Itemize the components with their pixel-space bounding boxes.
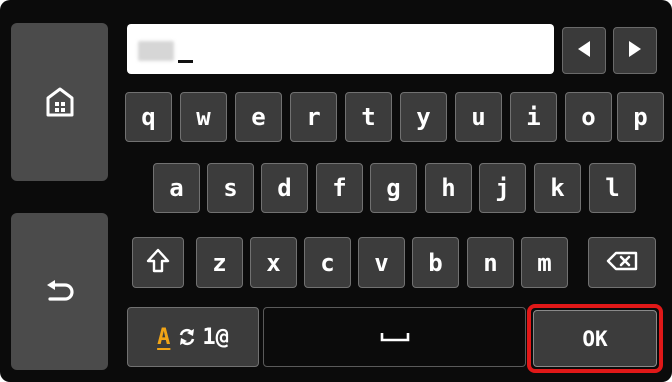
- key-w[interactable]: w: [180, 92, 227, 142]
- key-k[interactable]: k: [534, 163, 581, 213]
- key-u[interactable]: u: [455, 92, 502, 142]
- backspace-icon: [606, 251, 638, 275]
- back-icon: [45, 279, 75, 304]
- key-a[interactable]: a: [153, 163, 200, 213]
- touchscreen-panel: q w e r t y u i o p a s d f g h j k l z …: [0, 0, 672, 382]
- shift-icon: [146, 248, 170, 278]
- key-f[interactable]: f: [316, 163, 363, 213]
- key-c[interactable]: c: [304, 237, 351, 288]
- space-key[interactable]: [263, 307, 526, 367]
- text-input-field[interactable]: [127, 24, 554, 74]
- key-t[interactable]: t: [345, 92, 392, 142]
- home-button[interactable]: [11, 23, 108, 181]
- home-icon: [46, 87, 74, 117]
- key-l[interactable]: l: [589, 163, 636, 213]
- key-h[interactable]: h: [425, 163, 472, 213]
- space-icon: [380, 328, 410, 347]
- text-cursor: [178, 60, 193, 63]
- arrow-left-icon: [577, 40, 591, 62]
- key-x[interactable]: x: [250, 237, 297, 288]
- key-p[interactable]: p: [617, 92, 664, 142]
- key-r[interactable]: r: [290, 92, 337, 142]
- masked-input-text: [138, 41, 174, 61]
- back-button[interactable]: [11, 213, 108, 370]
- cursor-right-button[interactable]: [613, 27, 657, 74]
- backspace-key[interactable]: [588, 237, 656, 288]
- cursor-left-button[interactable]: [562, 27, 606, 74]
- arrow-right-icon: [628, 40, 642, 62]
- key-g[interactable]: g: [370, 163, 417, 213]
- switch-icon: [178, 327, 196, 347]
- key-o[interactable]: o: [565, 92, 612, 142]
- key-v[interactable]: v: [358, 237, 405, 288]
- key-s[interactable]: s: [207, 163, 254, 213]
- key-q[interactable]: q: [125, 92, 172, 142]
- mode-symbols-label: 1@: [202, 324, 229, 350]
- input-mode-key[interactable]: A 1@: [127, 307, 259, 367]
- key-d[interactable]: d: [261, 163, 308, 213]
- mode-letter-label: A: [157, 324, 171, 350]
- key-z[interactable]: z: [196, 237, 243, 288]
- key-j[interactable]: j: [479, 163, 526, 213]
- key-e[interactable]: e: [235, 92, 282, 142]
- ok-button[interactable]: OK: [533, 310, 657, 367]
- shift-key[interactable]: [132, 237, 184, 288]
- key-i[interactable]: i: [510, 92, 557, 142]
- key-m[interactable]: m: [521, 237, 568, 288]
- key-b[interactable]: b: [412, 237, 459, 288]
- key-y[interactable]: y: [400, 92, 447, 142]
- key-n[interactable]: n: [467, 237, 514, 288]
